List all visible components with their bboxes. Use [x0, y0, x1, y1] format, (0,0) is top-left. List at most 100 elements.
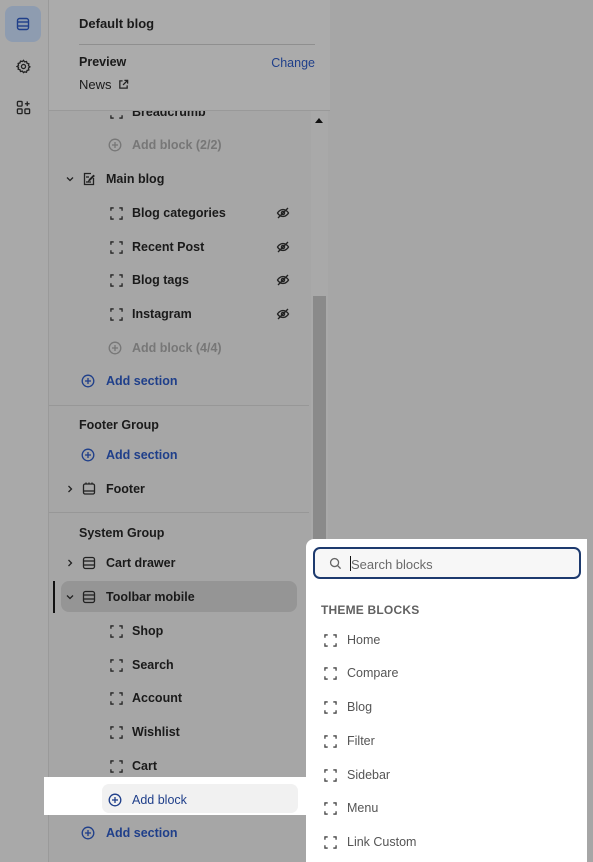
chevron-down-icon[interactable]	[65, 174, 75, 184]
block-option-menu[interactable]: Menu	[306, 793, 587, 823]
block-option-filter[interactable]: Filter	[306, 726, 587, 756]
block-option-home[interactable]: Home	[306, 625, 587, 655]
block-label: Account	[132, 691, 182, 705]
plus-circle-icon	[81, 374, 95, 388]
group-title-footer: Footer Group	[79, 418, 159, 432]
plus-circle-icon	[108, 341, 122, 355]
search-blocks-field[interactable]	[313, 547, 581, 579]
section-icon	[82, 590, 96, 604]
external-link-icon	[118, 79, 128, 89]
tree-block-blog-categories[interactable]: Blog categories	[49, 198, 304, 228]
block-icon	[323, 734, 337, 748]
divider	[49, 512, 309, 513]
change-preview-link[interactable]: Change	[271, 56, 315, 70]
tree-block-shop[interactable]: Shop	[49, 616, 304, 646]
tree-block-account[interactable]: Account	[49, 683, 304, 713]
tree-block-recent-post[interactable]: Recent Post	[49, 232, 304, 262]
tree-section-main-blog[interactable]: Main blog	[49, 164, 304, 194]
chevron-down-icon[interactable]	[65, 592, 75, 602]
add-section-label: Add section	[106, 448, 178, 462]
tree-section-cart-drawer[interactable]: Cart drawer	[49, 548, 304, 578]
tree-block-wishlist[interactable]: Wishlist	[49, 717, 304, 747]
block-option-label: Blog	[347, 700, 373, 714]
block-label: Cart	[132, 759, 158, 773]
search-icon	[329, 557, 342, 570]
block-icon	[323, 666, 337, 680]
text-cursor	[350, 556, 351, 571]
block-label: Instagram	[132, 307, 192, 321]
block-option-compare[interactable]: Compare	[306, 658, 587, 688]
divider	[49, 405, 309, 406]
plus-circle-icon	[81, 448, 95, 462]
tree-section-footer[interactable]: Footer	[49, 474, 304, 504]
divider	[79, 44, 315, 45]
block-option-sidebar[interactable]: Sidebar	[306, 760, 587, 790]
panel-header: Default blog Preview Change News	[49, 0, 330, 111]
block-option-label: Compare	[347, 666, 399, 680]
tree-section-toolbar-mobile[interactable]: Toolbar mobile	[49, 582, 304, 612]
block-icon	[323, 835, 337, 849]
scroll-up-arrow-icon[interactable]	[315, 118, 323, 123]
preview-value-link[interactable]: News	[79, 77, 129, 92]
block-label: Recent Post	[132, 240, 205, 254]
theme-blocks-heading: THEME BLOCKS	[321, 603, 420, 617]
preview-label: Preview	[79, 55, 127, 69]
eye-off-icon[interactable]	[276, 307, 290, 321]
left-rail	[0, 0, 49, 862]
search-blocks-input[interactable]	[349, 553, 573, 575]
blog-section-icon	[82, 172, 96, 186]
block-label: Blog tags	[132, 273, 189, 287]
plus-circle-icon	[81, 826, 95, 840]
eye-off-icon[interactable]	[276, 206, 290, 220]
settings-rail-button[interactable]	[5, 48, 41, 84]
add-block-label: Add block	[132, 793, 187, 807]
block-label: Wishlist	[132, 725, 180, 739]
section-label: Main blog	[106, 172, 165, 186]
add-block-label: Add block (2/2)	[132, 138, 222, 152]
tree-block-blog-tags[interactable]: Blog tags	[49, 265, 304, 295]
chevron-right-icon[interactable]	[65, 558, 75, 568]
tree-block-search[interactable]: Search	[49, 650, 304, 680]
apps-rail-button[interactable]	[5, 89, 41, 125]
add-block-button[interactable]: Add block (2/2)	[49, 130, 304, 160]
section-label: Cart drawer	[106, 556, 176, 570]
block-icon	[109, 725, 123, 739]
block-icon	[323, 633, 337, 647]
tree-block-instagram[interactable]: Instagram	[49, 299, 304, 329]
add-section-button[interactable]: Add section	[49, 440, 304, 470]
chevron-right-icon[interactable]	[65, 484, 75, 494]
group-title-system: System Group	[79, 526, 165, 540]
block-option-blog[interactable]: Blog	[306, 692, 587, 722]
block-icon	[323, 768, 337, 782]
block-icon	[109, 759, 123, 773]
add-section-button[interactable]: Add section	[49, 366, 304, 396]
block-icon	[323, 700, 337, 714]
block-icon	[109, 273, 123, 287]
block-option-label: Menu	[347, 801, 379, 815]
preview-value: News	[79, 77, 112, 92]
section-label: Footer	[106, 482, 145, 496]
block-option-link-custom[interactable]: Link Custom	[306, 827, 587, 857]
sections-rail-button[interactable]	[5, 6, 41, 42]
apps-icon	[16, 100, 30, 114]
add-section-button[interactable]: Add section	[49, 818, 304, 848]
add-block-button[interactable]: Add block (4/4)	[49, 333, 304, 363]
block-icon	[109, 307, 123, 321]
block-label: Search	[132, 658, 174, 672]
scrollbar-thumb[interactable]	[313, 296, 326, 551]
add-block-active-row[interactable]: Add block	[49, 785, 304, 815]
add-section-label: Add section	[106, 374, 178, 388]
block-option-label: Filter	[347, 734, 375, 748]
block-label: Shop	[132, 624, 164, 638]
block-picker-popover: THEME BLOCKS Home Compare Blog Filter Si…	[306, 539, 587, 862]
add-section-label: Add section	[106, 826, 178, 840]
template-title: Default blog	[79, 16, 155, 31]
eye-off-icon[interactable]	[276, 240, 290, 254]
eye-off-icon[interactable]	[276, 273, 290, 287]
plus-circle-icon	[108, 138, 122, 152]
block-icon	[109, 624, 123, 638]
block-option-label: Home	[347, 633, 381, 647]
block-icon	[109, 240, 123, 254]
settings-icon	[15, 58, 31, 73]
footer-section-icon	[82, 482, 96, 496]
